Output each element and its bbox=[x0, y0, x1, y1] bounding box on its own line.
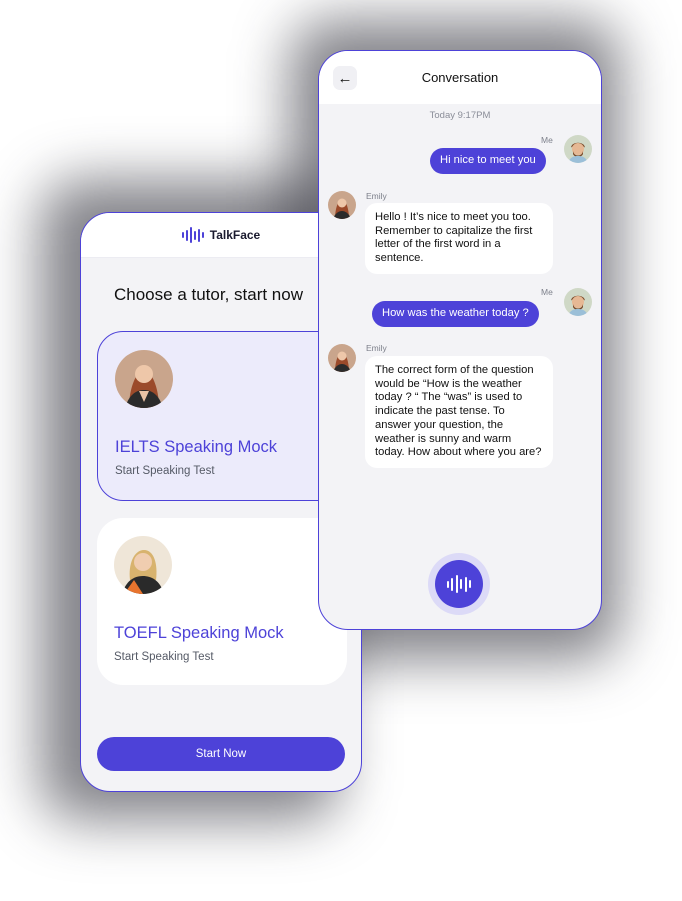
soundwave-logo-icon bbox=[181, 227, 204, 243]
message-timestamp: Today 9:17PM bbox=[429, 110, 491, 121]
chat-bubble-me: How was the weather today ? bbox=[372, 301, 539, 327]
emily-avatar bbox=[328, 344, 356, 372]
start-now-button[interactable]: Start Now bbox=[97, 737, 345, 771]
my-avatar bbox=[564, 135, 592, 163]
tutor-subtitle: Start Speaking Test bbox=[114, 651, 214, 663]
tutor-card-toefl[interactable]: TOEFL Speaking Mock Start Speaking Test bbox=[97, 518, 347, 685]
sender-label: Emily bbox=[366, 191, 387, 201]
sender-label: Me bbox=[541, 287, 553, 297]
record-button-ring bbox=[428, 553, 490, 615]
my-avatar bbox=[564, 288, 592, 316]
tutor-avatar bbox=[114, 536, 172, 594]
chat-bubble-tutor: Hello ! It’s nice to meet you too. Remem… bbox=[365, 203, 553, 274]
soundwave-mic-icon bbox=[446, 575, 472, 593]
tutor-name: IELTS Speaking Mock bbox=[115, 438, 278, 456]
brand-name: TalkFace bbox=[209, 228, 261, 242]
tutor-name: TOEFL Speaking Mock bbox=[114, 624, 284, 642]
tutor-avatar bbox=[115, 350, 173, 408]
tutor-card-ielts[interactable]: IELTS Speaking Mock Start Speaking Test bbox=[97, 331, 347, 501]
conversation-title: Conversation bbox=[421, 70, 499, 85]
sender-label: Emily bbox=[366, 343, 387, 353]
record-button[interactable] bbox=[435, 560, 483, 608]
chat-bubble-me: Hi nice to meet you bbox=[430, 148, 546, 174]
conversation-header: ← Conversation bbox=[319, 51, 601, 104]
sender-label: Me bbox=[541, 135, 553, 145]
chat-bubble-tutor: The correct form of the question would b… bbox=[365, 356, 553, 468]
page-title: Choose a tutor, start now bbox=[114, 285, 303, 304]
tutor-subtitle: Start Speaking Test bbox=[115, 465, 215, 477]
emily-avatar bbox=[328, 191, 356, 219]
conversation-screen: ← Conversation Today 9:17PM Me Hi nice t… bbox=[318, 50, 602, 630]
